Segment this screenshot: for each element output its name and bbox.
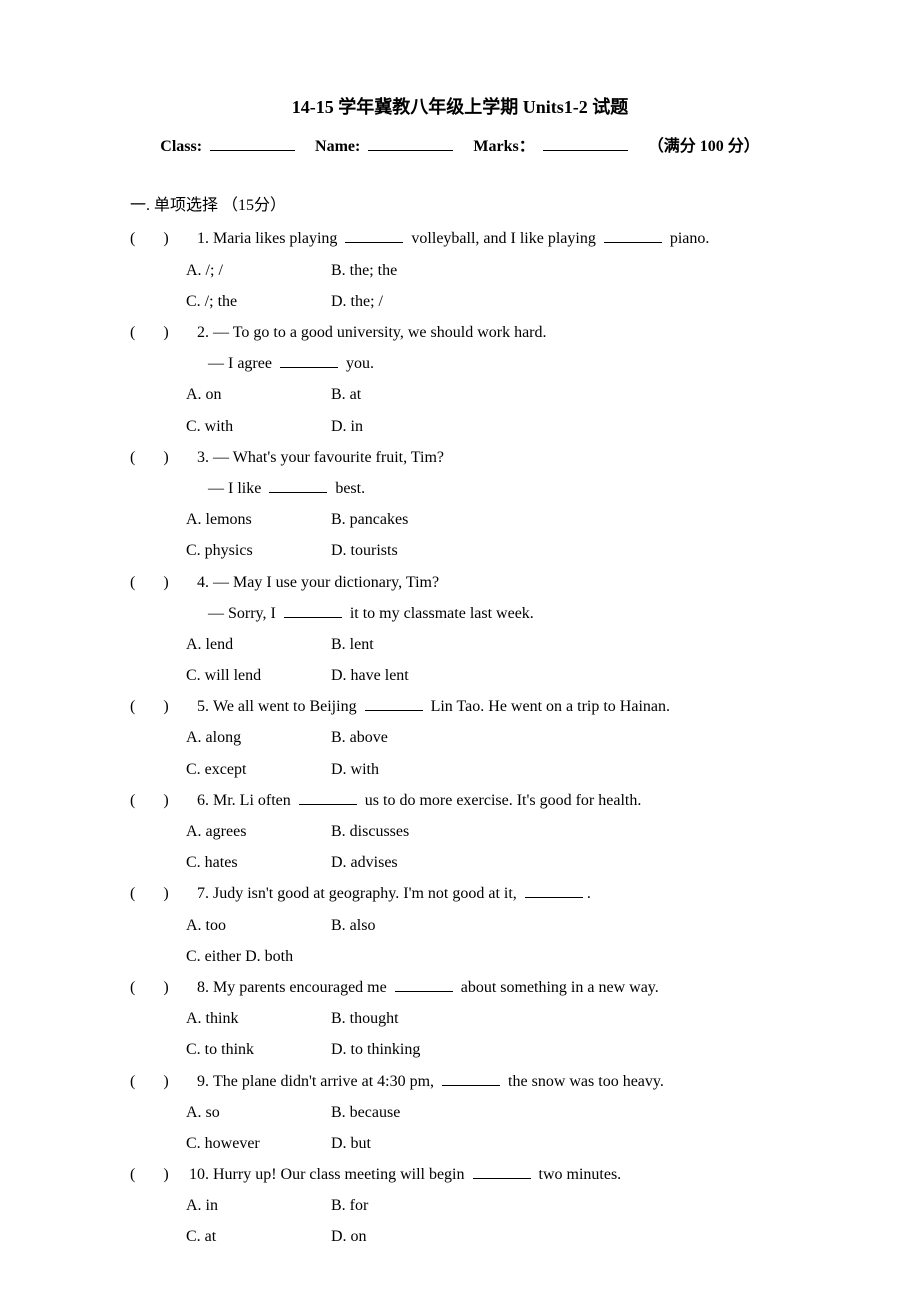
question-2: ( ) 2.— To go to a good university, we s… [130,317,790,442]
question-3: ( ) 3.— What's your favourite fruit, Tim… [130,442,790,567]
blank[interactable] [299,789,357,805]
choice-a: A. /; / [186,255,331,286]
choice-d: D. tourists [331,535,790,566]
info-line: Class: Name: Marks： （满分 100 分） [130,131,790,162]
blank[interactable] [473,1163,531,1179]
question-text: 7.Judy isn't good at geography. I'm not … [186,878,790,909]
answer-paren[interactable]: ( ) [130,972,186,1003]
answer-paren[interactable]: ( ) [130,878,186,909]
choice-a: A. lend [186,629,331,660]
question-followup: — I like best. [186,473,790,504]
choice-d: D. the; / [331,286,790,317]
choice-b: B. lent [331,629,790,660]
choice-b: B. also [331,910,790,941]
question-followup: — I agree you. [186,348,790,379]
choice-d: D. on [331,1221,790,1252]
choice-a: A. along [186,722,331,753]
blank[interactable] [280,352,338,368]
choice-b: B. pancakes [331,504,790,535]
choice-d: D. in [331,411,790,442]
choice-c: C. will lend [186,660,331,691]
answer-paren[interactable]: ( ) [130,785,186,816]
name-label: Name: [315,138,360,155]
choice-c: C. however [186,1128,331,1159]
question-text: 10.Hurry up! Our class meeting will begi… [186,1159,790,1190]
blank[interactable] [269,477,327,493]
choice-c: C. with [186,411,331,442]
question-9: ( ) 9.The plane didn't arrive at 4:30 pm… [130,1066,790,1160]
choice-a: A. so [186,1097,331,1128]
question-4: ( ) 4.— May I use your dictionary, Tim? … [130,567,790,692]
name-blank[interactable] [368,135,453,151]
blank[interactable] [604,227,662,243]
choice-c: C. at [186,1221,331,1252]
choice-d: D. to thinking [331,1034,790,1065]
choice-c: C. physics [186,535,331,566]
answer-paren[interactable]: ( ) [130,691,186,722]
page-title: 14-15 学年冀教八年级上学期 Units1-2 试题 [130,90,790,125]
section-header: 一. 单项选择 （15分） [130,190,790,221]
question-followup: — Sorry, I it to my classmate last week. [186,598,790,629]
choice-d: D. have lent [331,660,790,691]
question-8: ( ) 8.My parents encouraged me about som… [130,972,790,1066]
question-10: ( ) 10.Hurry up! Our class meeting will … [130,1159,790,1253]
choice-b: B. at [331,379,790,410]
class-label: Class: [160,138,202,155]
choice-c: C. hates [186,847,331,878]
question-1: ( ) 1.Maria likes playing volleyball, an… [130,223,790,317]
question-6: ( ) 6.Mr. Li often us to do more exercis… [130,785,790,879]
question-7: ( ) 7.Judy isn't good at geography. I'm … [130,878,790,972]
blank[interactable] [395,976,453,992]
question-text: 3.— What's your favourite fruit, Tim? [186,442,790,473]
choice-b: B. for [331,1190,790,1221]
blank[interactable] [345,227,403,243]
blank[interactable] [365,695,423,711]
choice-a: A. think [186,1003,331,1034]
marks-label: Marks： [473,138,534,155]
choice-d: D. with [331,754,790,785]
choice-b: B. the; the [331,255,790,286]
answer-paren[interactable]: ( ) [130,442,186,473]
choice-a: A. too [186,910,331,941]
choice-cd: C. either D. both [186,941,790,972]
question-text: 4.— May I use your dictionary, Tim? [186,567,790,598]
answer-paren[interactable]: ( ) [130,567,186,598]
choice-b: B. because [331,1097,790,1128]
choice-b: B. thought [331,1003,790,1034]
marks-blank[interactable] [543,135,628,151]
choice-c: C. except [186,754,331,785]
question-text: 6.Mr. Li often us to do more exercise. I… [186,785,790,816]
choice-d: D. but [331,1128,790,1159]
choice-c: C. /; the [186,286,331,317]
question-text: 8.My parents encouraged me about somethi… [186,972,790,1003]
answer-paren[interactable]: ( ) [130,317,186,348]
choice-d: D. advises [331,847,790,878]
choice-a: A. on [186,379,331,410]
choice-c: C. to think [186,1034,331,1065]
question-text: 9.The plane didn't arrive at 4:30 pm, th… [186,1066,790,1097]
answer-paren[interactable]: ( ) [130,1159,186,1190]
question-5: ( ) 5.We all went to Beijing Lin Tao. He… [130,691,790,785]
blank[interactable] [284,602,342,618]
question-text: 5.We all went to Beijing Lin Tao. He wen… [186,691,790,722]
blank[interactable] [442,1069,500,1085]
choice-a: A. lemons [186,504,331,535]
answer-paren[interactable]: ( ) [130,1066,186,1097]
blank[interactable] [525,882,583,898]
class-blank[interactable] [210,135,295,151]
question-text: 2.— To go to a good university, we shoul… [186,317,790,348]
choice-b: B. above [331,722,790,753]
choice-a: A. agrees [186,816,331,847]
full-marks: （满分 100 分） [648,138,760,155]
question-text: 1.Maria likes playing volleyball, and I … [186,223,790,254]
choice-b: B. discusses [331,816,790,847]
choice-a: A. in [186,1190,331,1221]
answer-paren[interactable]: ( ) [130,223,186,254]
